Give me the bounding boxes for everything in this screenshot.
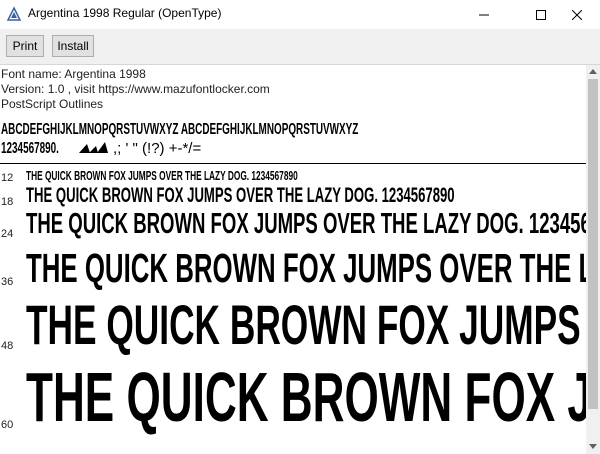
size-label-48: 48 (1, 340, 14, 352)
font-outline-line: PostScript Outlines (1, 97, 104, 111)
charset-digits: 1234567890. (1, 140, 59, 157)
font-preview-area: Font name: Argentina 1998 Version: 1.0 ,… (0, 65, 586, 454)
title-bar: Argentina 1998 Regular (OpenType) (0, 0, 600, 29)
sample-text-24: THE QUICK BROWN FOX JUMPS OVER THE LAZY … (26, 208, 586, 240)
minimize-icon (479, 14, 489, 15)
sample-text-60: THE QUICK BROWN FOX JUMPS OVER THE LAZY … (26, 358, 586, 436)
size-label-24: 24 (1, 228, 14, 240)
font-name-line: Font name: Argentina 1998 (1, 67, 146, 81)
font-viewer-icon (6, 6, 22, 21)
font-version-line: Version: 1.0 , visit https://www.mazufon… (1, 82, 270, 96)
sample-text-36: THE QUICK BROWN FOX JUMPS OVER THE LAZY … (26, 245, 586, 291)
minimize-button[interactable] (461, 0, 507, 29)
sample-text-12: THE QUICK BROWN FOX JUMPS OVER THE LAZY … (26, 168, 298, 183)
special-glyphs-icon (79, 142, 108, 153)
sample-text-18: THE QUICK BROWN FOX JUMPS OVER THE LAZY … (26, 184, 455, 207)
print-button[interactable]: Print (6, 35, 44, 57)
size-label-18: 18 (1, 196, 14, 208)
divider (0, 163, 586, 164)
vertical-scrollbar[interactable] (586, 65, 600, 454)
install-button[interactable]: Install (52, 35, 94, 57)
close-button[interactable] (554, 0, 600, 29)
size-label-12: 12 (1, 172, 14, 184)
charset-uppercase: ABCDEFGHIJKLMNOPQRSTUVWXYZ ABCDEFGHIJKLM… (1, 121, 359, 138)
size-label-60: 60 (1, 419, 14, 431)
size-label-36: 36 (1, 276, 14, 288)
maximize-icon (536, 9, 546, 20)
charset-digits-row: 1234567890. ,; ' " (!?) +-*/= (1, 140, 201, 158)
scroll-down-arrow-icon[interactable] (589, 442, 597, 450)
scrollbar-thumb[interactable] (588, 79, 598, 409)
sample-text-48: THE QUICK BROWN FOX JUMPS OVER THE LAZY … (26, 293, 586, 356)
window-title: Argentina 1998 Regular (OpenType) (28, 6, 222, 20)
charset-symbols: ,; ' " (!?) +-*/= (113, 140, 202, 157)
scroll-up-arrow-icon[interactable] (589, 68, 597, 76)
close-icon (572, 9, 582, 20)
toolbar: Print Install (0, 29, 600, 65)
